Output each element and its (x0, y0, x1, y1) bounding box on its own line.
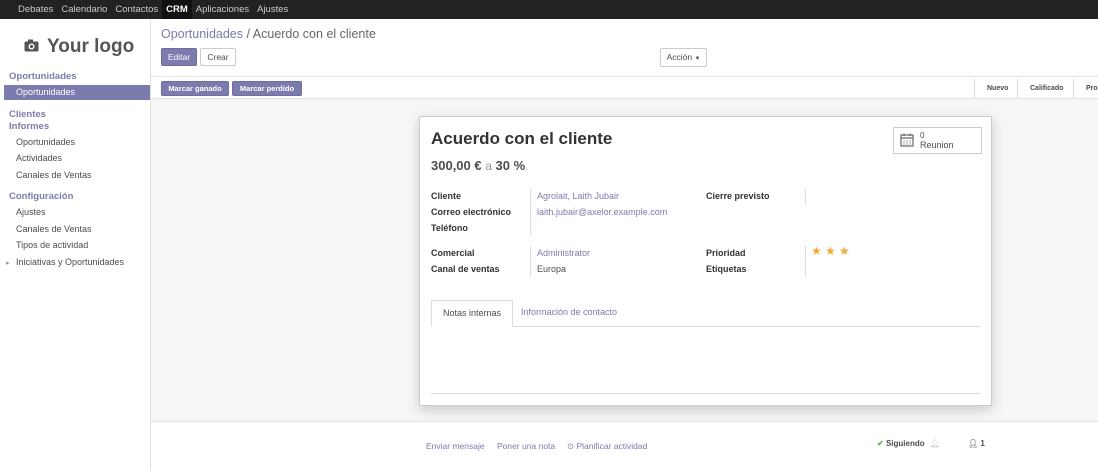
company-logo[interactable]: Your logo (24, 36, 134, 58)
value-cliente[interactable]: Agrolait, Laith Jubair (537, 191, 619, 201)
notes-bottom-border (431, 393, 981, 394)
label-canal-ventas: Canal de ventas (431, 264, 500, 274)
sidebar-head-configuracion[interactable]: Configuración (9, 191, 73, 202)
mark-lost-button[interactable]: Marcar perdido (232, 81, 302, 96)
value-comercial[interactable]: Administrator (537, 248, 590, 258)
sidebar-head-oportunidades[interactable]: Oportunidades (9, 71, 77, 82)
amount-value: 300,00 € (431, 158, 482, 173)
star-icon[interactable]: ★ (839, 244, 850, 258)
logo-text: Your logo (47, 36, 135, 57)
sidebar-item-tipos-actividad[interactable]: Tipos de actividad (16, 240, 88, 250)
label-cierre-previsto: Cierre previsto (706, 191, 770, 201)
label-etiquetas: Etiquetas (706, 264, 747, 274)
following-label: Siguiendo (885, 439, 925, 448)
star-icon[interactable]: ★ (825, 244, 836, 258)
label-telefono: Teléfono (431, 223, 468, 233)
breadcrumb-current: Acuerdo con el cliente (252, 27, 376, 41)
probability-value: 30 % (495, 158, 526, 173)
sidebar-item-config-canales[interactable]: Canales de Ventas (16, 224, 92, 234)
schedule-activity-link[interactable]: ⊙ Planificar actividad (567, 441, 647, 452)
status-bar: Marcar ganado Marcar perdido Nuevo Calif… (151, 76, 1098, 99)
record-title: Acuerdo con el cliente (431, 129, 613, 148)
sidebar: Your logo Oportunidades Oportunidades Cl… (0, 19, 151, 471)
edit-button[interactable]: Editar (161, 48, 197, 66)
star-icon[interactable]: ★ (811, 244, 822, 258)
create-button[interactable]: Crear (200, 48, 236, 66)
sidebar-head-informes[interactable]: Informes (9, 121, 49, 132)
breadcrumb-separator: / (246, 27, 250, 41)
sidebar-item-informes-oportunidades[interactable]: Oportunidades (16, 137, 75, 147)
form-sheet: Acuerdo con el cliente 300,00 € a 30 % 0… (419, 116, 992, 406)
tab-informacion-contacto[interactable]: Información de contacto (510, 300, 628, 327)
value-canal-ventas[interactable]: Europa (537, 264, 566, 274)
caret-right-icon: ▸ (6, 260, 10, 267)
field-divider (805, 246, 806, 277)
stage-pro[interactable]: Pro (1073, 79, 1098, 98)
tab-notas-internas[interactable]: Notas internas (431, 300, 514, 327)
meeting-count: 0 (920, 131, 925, 140)
label-cliente: Cliente (431, 191, 462, 201)
breadcrumb: Oportunidades / Acuerdo con el cliente (161, 27, 376, 41)
sidebar-head-clientes[interactable]: Clientes (9, 109, 46, 120)
menu-ajustes[interactable]: Ajustes (253, 0, 292, 19)
stage-nuevo[interactable]: Nuevo (974, 79, 1020, 98)
caret-down-icon: ▼ (694, 56, 701, 62)
sidebar-item-ajustes[interactable]: Ajustes (16, 207, 46, 217)
sidebar-item-oportunidades[interactable]: Oportunidades (4, 85, 150, 100)
label-email: Correo electrónico (431, 207, 512, 217)
field-divider (805, 189, 806, 205)
followers-button[interactable]: 👤︎ 1 (968, 439, 985, 448)
label-prioridad: Prioridad (706, 248, 746, 258)
mark-won-button[interactable]: Marcar ganado (161, 81, 229, 96)
sidebar-item-canales-ventas[interactable]: Canales de Ventas (16, 170, 92, 180)
meeting-label: Reunion (920, 140, 954, 150)
sidebar-item-actividades[interactable]: Actividades (16, 153, 62, 163)
notebook-tabs: Notas internas Información de contacto (431, 300, 981, 327)
chatter: Enviar mensaje Poner una nota ⊙ Planific… (151, 421, 1098, 471)
check-icon: ✔ (877, 439, 884, 448)
calendar-icon (900, 133, 914, 149)
user-icon: 👤︎ (968, 439, 979, 448)
label-comercial: Comercial (431, 248, 475, 258)
log-note-link[interactable]: Poner una nota (497, 441, 555, 451)
following-toggle[interactable]: ✔ Siguiendo 🔔︎ (877, 439, 940, 448)
camera-icon (24, 39, 39, 56)
menu-contactos[interactable]: Contactos (111, 0, 162, 19)
top-menu-bar: Debates Calendario Contactos CRM Aplicac… (0, 0, 1098, 19)
menu-crm[interactable]: CRM (162, 0, 192, 19)
field-divider (530, 189, 531, 235)
amount-separator: a (485, 159, 492, 173)
value-email[interactable]: laith.jubair@axelor.example.com (537, 207, 667, 217)
stage-calificado[interactable]: Calificado (1017, 79, 1075, 98)
schedule-activity-label: Planificar actividad (576, 441, 648, 451)
field-divider (530, 246, 531, 277)
breadcrumb-parent[interactable]: Oportunidades (161, 27, 243, 41)
bell-icon: 🔔︎ (929, 439, 940, 448)
expected-revenue: 300,00 € a 30 % (431, 158, 525, 173)
menu-calendario[interactable]: Calendario (57, 0, 111, 19)
sidebar-item-iniciativas[interactable]: Iniciativas y Oportunidades (16, 257, 124, 267)
action-label: Acción (666, 52, 693, 62)
followers-count: 1 (980, 439, 985, 448)
menu-debates[interactable]: Debates (14, 0, 57, 19)
action-dropdown[interactable]: Acción ▼ (660, 48, 707, 67)
send-message-link[interactable]: Enviar mensaje (426, 441, 485, 451)
clock-icon: ⊙ (567, 441, 575, 451)
meeting-smart-button[interactable]: 0 Reunion (893, 127, 982, 154)
menu-aplicaciones[interactable]: Aplicaciones (192, 0, 253, 19)
